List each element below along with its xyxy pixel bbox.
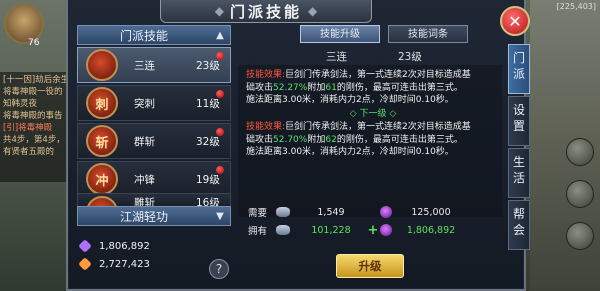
selected-skill-name: 三连	[326, 51, 347, 63]
purple-gem-icon	[380, 224, 392, 236]
skill-name: 三连	[134, 59, 155, 72]
close-icon: ✕	[508, 11, 522, 31]
skill-name: 群斩	[134, 135, 155, 148]
effect-bonus: 61	[325, 82, 337, 93]
game-world-right: [225,403]	[530, 0, 600, 291]
tab-skill-upgrade[interactable]: 技能升级	[300, 25, 380, 43]
need-gem: 125,000	[411, 206, 451, 218]
need-label: 需要	[248, 208, 268, 219]
help-icon[interactable]: ?	[209, 259, 229, 279]
window-title-text: 门派技能	[229, 2, 302, 21]
map-coords: [225,403]	[556, 2, 596, 11]
effect-text: 的刚伤，最高可连击出第三式。	[336, 134, 463, 145]
cost-have-row: 拥有 101,228 + 1,806,892	[248, 223, 498, 238]
currency-purple: 1,806,892	[78, 239, 150, 253]
skill-item-chongfeng[interactable]: 冲 冲锋 19级	[77, 161, 231, 197]
notification-dot-icon	[216, 90, 224, 98]
window-title: ◆ 门派技能 ◆	[160, 0, 372, 23]
quest-line: 有贤者五殿的	[3, 147, 55, 157]
quest-line: [十一因]劫后余生	[3, 75, 70, 85]
side-tab-sect[interactable]: 门派	[508, 44, 530, 94]
effect-text: 附加	[307, 134, 326, 145]
add-silver-button[interactable]: +	[366, 223, 380, 238]
tab-skill-entries[interactable]: 技能词条	[388, 25, 468, 43]
current-effect: 技能效果:巨剑门传承剑法，第一式连续2次对目标造成基 础攻击52.27%附加61…	[246, 69, 500, 107]
quest-line: [引]将毒神殿	[3, 123, 53, 133]
skill-level: 11级	[196, 97, 220, 110]
skill-list-header[interactable]: 门派技能 ▲	[77, 25, 231, 45]
ranking-icon[interactable]	[566, 138, 594, 166]
skill-level: 19级	[196, 173, 220, 186]
detail-tabs: 技能升级 技能词条	[300, 25, 468, 43]
title-ornament-icon: ◆	[308, 4, 318, 18]
quest-line: 将毒神殿的事告	[3, 111, 63, 121]
purple-gem-icon	[78, 239, 92, 253]
silver-icon	[276, 225, 290, 235]
sit-icon[interactable]	[566, 222, 594, 250]
silver-icon	[276, 207, 290, 217]
effect-label: 技能效果:	[246, 70, 286, 80]
skill-icon: 冲	[86, 163, 118, 195]
skill-icon	[86, 49, 118, 81]
effect-bonus: 62	[325, 134, 337, 145]
skill-item-diaozhan[interactable]: 雕 雕斩 16级	[77, 193, 231, 207]
selected-skill-row: 三连 23级	[238, 49, 502, 63]
effect-text: 础攻击	[246, 82, 274, 93]
player-level: 76	[28, 38, 40, 48]
lightness-skill-title: 江湖轻功	[119, 209, 168, 224]
currency-value: 1,806,892	[99, 240, 150, 252]
have-gem: 1,806,892	[406, 224, 456, 236]
skill-list-panel: 门派技能 ▲ 三连 23级 刺 突刺 11级 斩 群斩 32级 冲 冲锋 19级…	[77, 25, 233, 285]
effect-label: 技能效果:	[246, 122, 286, 132]
lightness-skill-header[interactable]: 江湖轻功 ▼	[77, 206, 231, 226]
skill-item-qunzhan[interactable]: 斩 群斩 32级	[77, 123, 231, 159]
quest-line: 共4步，第4步，	[3, 135, 65, 145]
title-ornament-icon: ◆	[214, 4, 224, 18]
effect-text: 巨剑门传承剑法，第一式连续2次对目标造成基	[285, 70, 471, 80]
quest-line: 将毒神殿一役的	[3, 87, 63, 97]
currency-gold: 2,727,423	[78, 257, 150, 271]
effect-stats: 施法距离3.00米，消耗内力2点，冷却时间0.10秒。	[246, 147, 454, 157]
skill-icon: 斩	[86, 125, 118, 157]
side-tab-life[interactable]: 生活	[508, 148, 530, 198]
notification-dot-icon	[216, 128, 224, 136]
quest-line: 知韩灵夜	[3, 99, 38, 109]
side-tab-settings[interactable]: 设置	[508, 96, 530, 146]
side-tab-guild[interactable]: 帮会	[508, 200, 530, 250]
effect-percent: 52.27%	[273, 82, 308, 93]
skill-icon: 刺	[86, 87, 118, 119]
effect-text: 的刚伤，最高可连击出第三式。	[336, 82, 463, 93]
effect-text: 巨剑门传承剑法，第一式连续2次对目标造成基	[285, 122, 471, 132]
skill-item-sanlian[interactable]: 三连 23级	[77, 47, 231, 83]
purple-gem-icon	[380, 206, 392, 218]
shop-icon[interactable]	[566, 180, 594, 208]
selected-skill-level: 23级	[398, 51, 422, 63]
cost-need-row: 需要 1,549 125,000	[248, 205, 498, 219]
need-silver: 1,549	[317, 206, 345, 218]
skill-description: 技能效果:巨剑门传承剑法，第一式连续2次对目标造成基 础攻击52.27%附加61…	[238, 65, 502, 217]
skill-name: 突刺	[134, 97, 155, 110]
have-silver: 101,228	[311, 224, 351, 236]
effect-percent: 52.70%	[273, 134, 308, 145]
effect-stats: 施法距离3.00米，消耗内力2点，冷却时间0.10秒。	[246, 95, 454, 105]
effect-text: 础攻击	[246, 134, 274, 145]
currency-value: 2,727,423	[99, 258, 150, 270]
skill-level: 32级	[196, 135, 220, 148]
gold-gem-icon	[78, 257, 92, 271]
next-effect: 技能效果:巨剑门传承剑法，第一式连续2次对目标造成基 础攻击52.70%附加62…	[246, 121, 500, 159]
quest-tracker[interactable]: [十一因]劫后余生 将毒神殿一役的 知韩灵夜 将毒神殿的事告 [引]将毒神殿 共…	[0, 72, 74, 182]
effect-text: 附加	[307, 82, 326, 93]
chevron-down-icon: ▼	[216, 210, 224, 222]
skill-list-title: 门派技能	[119, 28, 168, 43]
upgrade-button[interactable]: 升级	[336, 254, 404, 278]
chevron-up-icon: ▲	[216, 29, 224, 41]
notification-dot-icon	[216, 166, 224, 174]
have-label: 拥有	[248, 226, 268, 237]
skill-item-tuci[interactable]: 刺 突刺 11级	[77, 85, 231, 121]
skill-name: 冲锋	[134, 173, 155, 186]
next-level-divider: ◇ 下一级 ◇	[349, 108, 397, 119]
skill-level: 23级	[196, 59, 220, 72]
notification-dot-icon	[216, 52, 224, 60]
skill-detail-panel: 技能升级 技能词条 三连 23级 技能效果:巨剑门传承剑法，第一式连续2次对目标…	[238, 25, 508, 285]
